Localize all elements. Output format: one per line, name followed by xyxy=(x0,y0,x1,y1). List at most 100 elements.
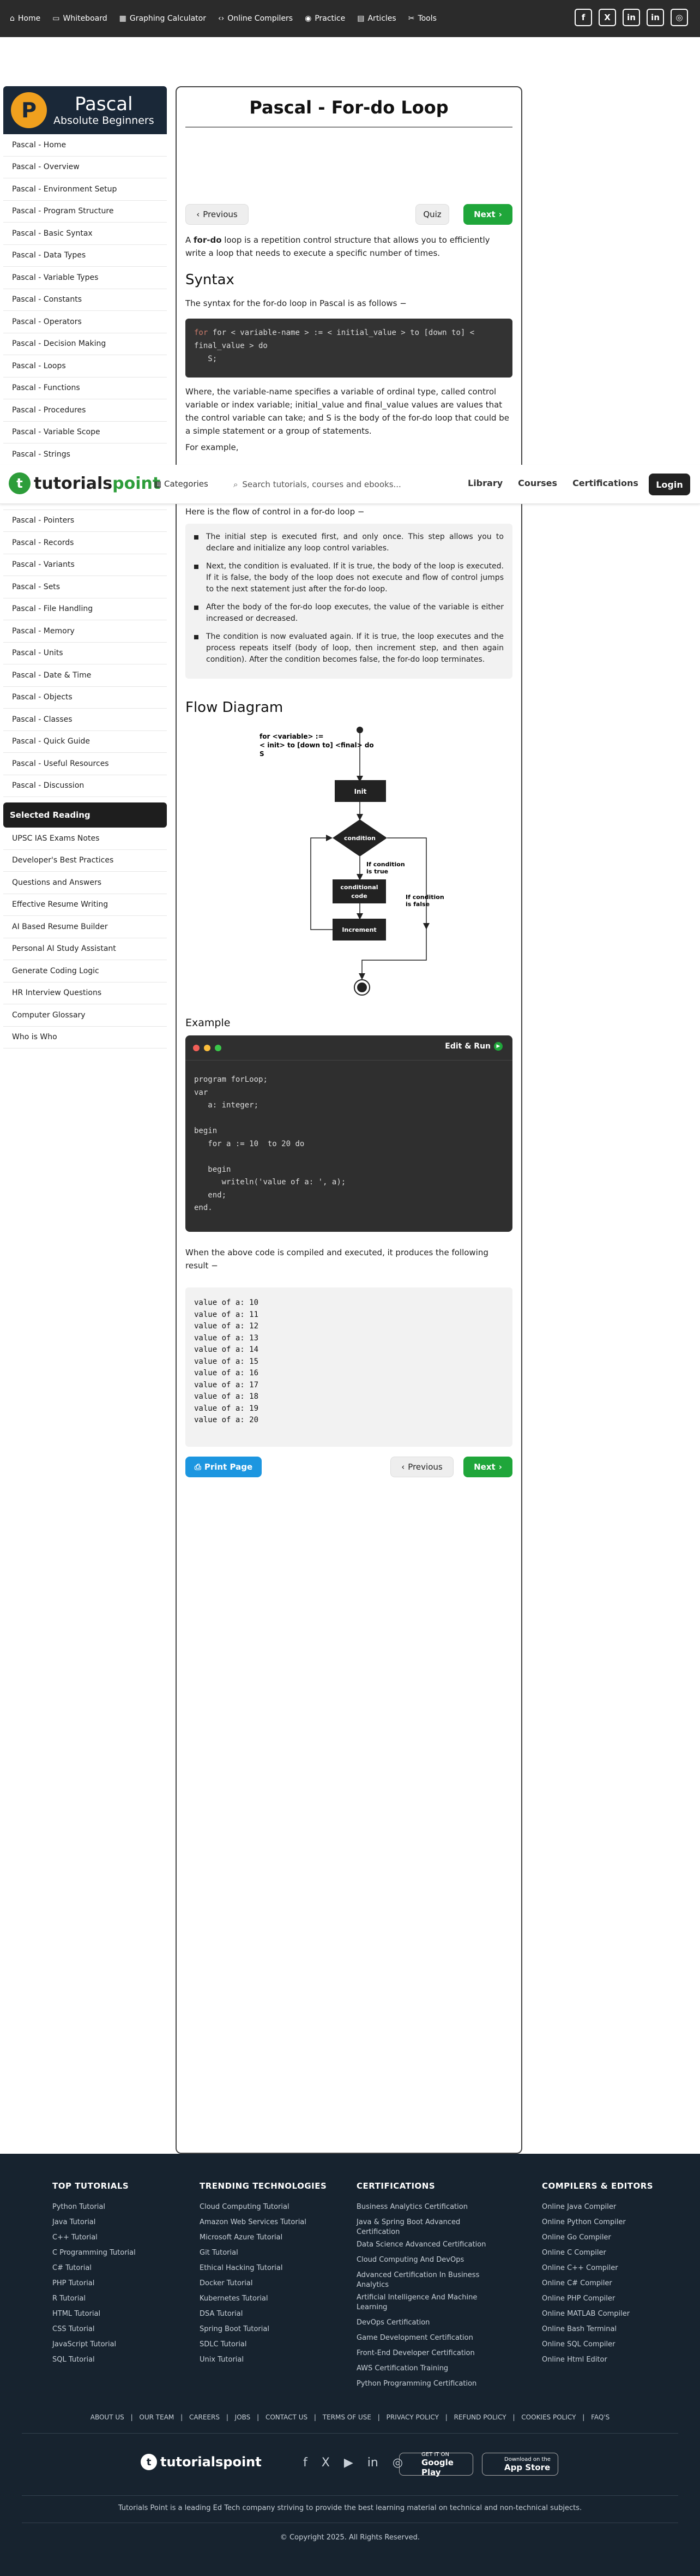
footer-link[interactable]: DSA Tutorial xyxy=(200,2307,330,2322)
footer-link[interactable]: HTML Tutorial xyxy=(52,2307,183,2322)
social-icon-0[interactable]: f xyxy=(575,9,592,26)
sidebar-item[interactable]: Pascal - Classes xyxy=(3,709,167,731)
footer-link[interactable]: C# Tutorial xyxy=(52,2261,183,2276)
sidebar-item[interactable]: Pascal - Environment Setup xyxy=(3,178,167,201)
footer-link[interactable]: Advanced Certification In Business Analy… xyxy=(357,2271,493,2290)
footer-social-icon[interactable]: ▶ xyxy=(344,2456,353,2470)
sidebar-item[interactable]: Pascal - Functions xyxy=(3,377,167,399)
footer-link[interactable]: Data Science Advanced Certification xyxy=(357,2240,493,2250)
footer-link[interactable]: SQL Tutorial xyxy=(52,2352,183,2368)
footer-link[interactable]: Online MATLAB Compiler xyxy=(542,2307,673,2322)
footer-link[interactable]: Ethical Hacking Tutorial xyxy=(200,2261,330,2276)
footer-link[interactable]: JavaScript Tutorial xyxy=(52,2337,183,2352)
footer-bottom-link[interactable]: CAREERS xyxy=(189,2413,220,2421)
sidebar-item[interactable]: Pascal - Loops xyxy=(3,355,167,378)
sidebar-item[interactable]: Pascal - Procedures xyxy=(3,399,167,422)
footer-link[interactable]: Java & Spring Boot Advanced Certificatio… xyxy=(357,2218,493,2237)
app-store-button[interactable]: Download on the App Store xyxy=(482,2453,558,2476)
footer-link[interactable]: Microsoft Azure Tutorial xyxy=(200,2230,330,2245)
reading-item[interactable]: Generate Coding Logic xyxy=(3,960,167,983)
footer-link[interactable]: Online Bash Terminal xyxy=(542,2322,673,2337)
footer-link[interactable]: Online C# Compiler xyxy=(542,2276,673,2291)
footer-link[interactable]: Online Go Compiler xyxy=(542,2230,673,2245)
header-link[interactable]: Library xyxy=(468,478,503,488)
tutorialspoint-logo[interactable]: t tutorialspoint xyxy=(9,472,160,494)
footer-link[interactable]: Online C++ Compiler xyxy=(542,2261,673,2276)
sidebar-item[interactable]: Pascal - Records xyxy=(3,532,167,554)
footer-link[interactable]: Online C Compiler xyxy=(542,2245,673,2261)
social-icon-4[interactable]: ◎ xyxy=(671,9,688,26)
social-icon-3[interactable]: in xyxy=(647,9,664,26)
sidebar-item[interactable]: Pascal - Memory xyxy=(3,620,167,643)
sidebar-item[interactable]: Pascal - Units xyxy=(3,642,167,664)
footer-link[interactable]: Git Tutorial xyxy=(200,2245,330,2261)
footer-bottom-link[interactable]: CONTACT US xyxy=(265,2413,307,2421)
footer-link[interactable]: SDLC Tutorial xyxy=(200,2337,330,2352)
footer-bottom-link[interactable]: TERMS OF USE xyxy=(323,2413,371,2421)
sidebar-item[interactable]: Pascal - Date & Time xyxy=(3,664,167,687)
footer-link[interactable]: R Tutorial xyxy=(52,2291,183,2307)
sidebar-item[interactable]: Pascal - Basic Syntax xyxy=(3,223,167,245)
footer-bottom-link[interactable]: OUR TEAM xyxy=(139,2413,174,2421)
footer-link[interactable]: Artificial Intelligence And Machine Lear… xyxy=(357,2293,493,2313)
footer-link[interactable]: C++ Tutorial xyxy=(52,2230,183,2245)
footer-link[interactable]: Online SQL Compiler xyxy=(542,2337,673,2352)
sidebar-item[interactable]: Pascal - Constants xyxy=(3,289,167,311)
pascal-brand-banner[interactable]: P Pascal Absolute Beginners xyxy=(3,86,167,134)
topnav-item-4[interactable]: ◉ Practice xyxy=(305,14,345,23)
footer-link[interactable]: Cloud Computing And DevOps xyxy=(357,2252,493,2268)
print-page-button[interactable]: ⎙ Print Page xyxy=(185,1457,262,1477)
footer-link[interactable]: Spring Boot Tutorial xyxy=(200,2322,330,2337)
footer-social-icon[interactable]: f xyxy=(303,2456,307,2470)
reading-item[interactable]: HR Interview Questions xyxy=(3,982,167,1004)
sidebar-item[interactable]: Pascal - Decision Making xyxy=(3,333,167,355)
topnav-item-6[interactable]: ✂ Tools xyxy=(408,14,437,23)
sidebar-item[interactable]: Pascal - File Handling xyxy=(3,598,167,620)
edit-run-button[interactable]: Edit & Run ▶ xyxy=(445,1042,503,1051)
reading-item[interactable]: AI Based Resume Builder xyxy=(3,916,167,938)
footer-link[interactable]: Java Tutorial xyxy=(52,2215,183,2230)
footer-link[interactable]: Amazon Web Services Tutorial xyxy=(200,2215,330,2230)
sidebar-item[interactable]: Pascal - Operators xyxy=(3,311,167,333)
topnav-item-1[interactable]: ▭ Whiteboard xyxy=(52,14,107,23)
footer-bottom-link[interactable]: JOBS xyxy=(235,2413,251,2421)
footer-link[interactable]: Python Tutorial xyxy=(52,2200,183,2215)
reading-item[interactable]: Developer's Best Practices xyxy=(3,849,167,872)
footer-social-icon[interactable]: in xyxy=(367,2456,378,2470)
sidebar-item[interactable]: Pascal - Variants xyxy=(3,554,167,576)
sidebar-item[interactable]: Pascal - Discussion xyxy=(3,775,167,797)
sidebar-item[interactable]: Pascal - Sets xyxy=(3,576,167,598)
sidebar-item[interactable]: Pascal - Variable Scope xyxy=(3,421,167,444)
topnav-item-5[interactable]: ▤ Articles xyxy=(357,14,396,23)
footer-bottom-link[interactable]: REFUND POLICY xyxy=(454,2413,506,2421)
previous-button-bottom[interactable]: ‹ Previous xyxy=(390,1457,454,1477)
footer-link[interactable]: PHP Tutorial xyxy=(52,2276,183,2291)
sidebar-item[interactable]: Pascal - Useful Resources xyxy=(3,753,167,775)
footer-link[interactable]: Business Analytics Certification xyxy=(357,2200,493,2215)
footer-link[interactable]: CSS Tutorial xyxy=(52,2322,183,2337)
footer-bottom-link[interactable]: FAQ'S xyxy=(591,2413,610,2421)
reading-item[interactable]: Questions and Answers xyxy=(3,872,167,894)
sidebar-item[interactable]: Pascal - Overview xyxy=(3,156,167,178)
sidebar-item[interactable]: Pascal - Objects xyxy=(3,686,167,709)
next-button-bottom[interactable]: Next › xyxy=(463,1457,512,1477)
reading-item[interactable]: Computer Glossary xyxy=(3,1004,167,1027)
footer-link[interactable]: AWS Certification Training xyxy=(357,2361,493,2376)
reading-item[interactable]: Personal AI Study Assistant xyxy=(3,938,167,960)
footer-link[interactable]: C Programming Tutorial xyxy=(52,2245,183,2261)
footer-link[interactable]: Game Development Certification xyxy=(357,2331,493,2346)
categories-menu[interactable]: ▦ Categories xyxy=(154,479,208,489)
sidebar-item[interactable]: Pascal - Data Types xyxy=(3,244,167,267)
next-button[interactable]: Next › xyxy=(463,204,512,225)
login-button[interactable]: Login xyxy=(649,474,690,495)
footer-link[interactable]: Unix Tutorial xyxy=(200,2352,330,2368)
footer-link[interactable]: DevOps Certification xyxy=(357,2315,493,2331)
footer-link[interactable]: Online Html Editor xyxy=(542,2352,673,2368)
reading-item[interactable]: Who is Who xyxy=(3,1026,167,1049)
footer-link[interactable]: Online PHP Compiler xyxy=(542,2291,673,2307)
sidebar-item[interactable]: Pascal - Program Structure xyxy=(3,200,167,223)
sidebar-item[interactable]: Pascal - Pointers xyxy=(3,510,167,532)
footer-social-icon[interactable]: X xyxy=(322,2456,330,2470)
quiz-button[interactable]: Quiz xyxy=(415,204,449,225)
search-bar[interactable]: ⌕ Search tutorials, courses and ebooks..… xyxy=(233,474,451,495)
